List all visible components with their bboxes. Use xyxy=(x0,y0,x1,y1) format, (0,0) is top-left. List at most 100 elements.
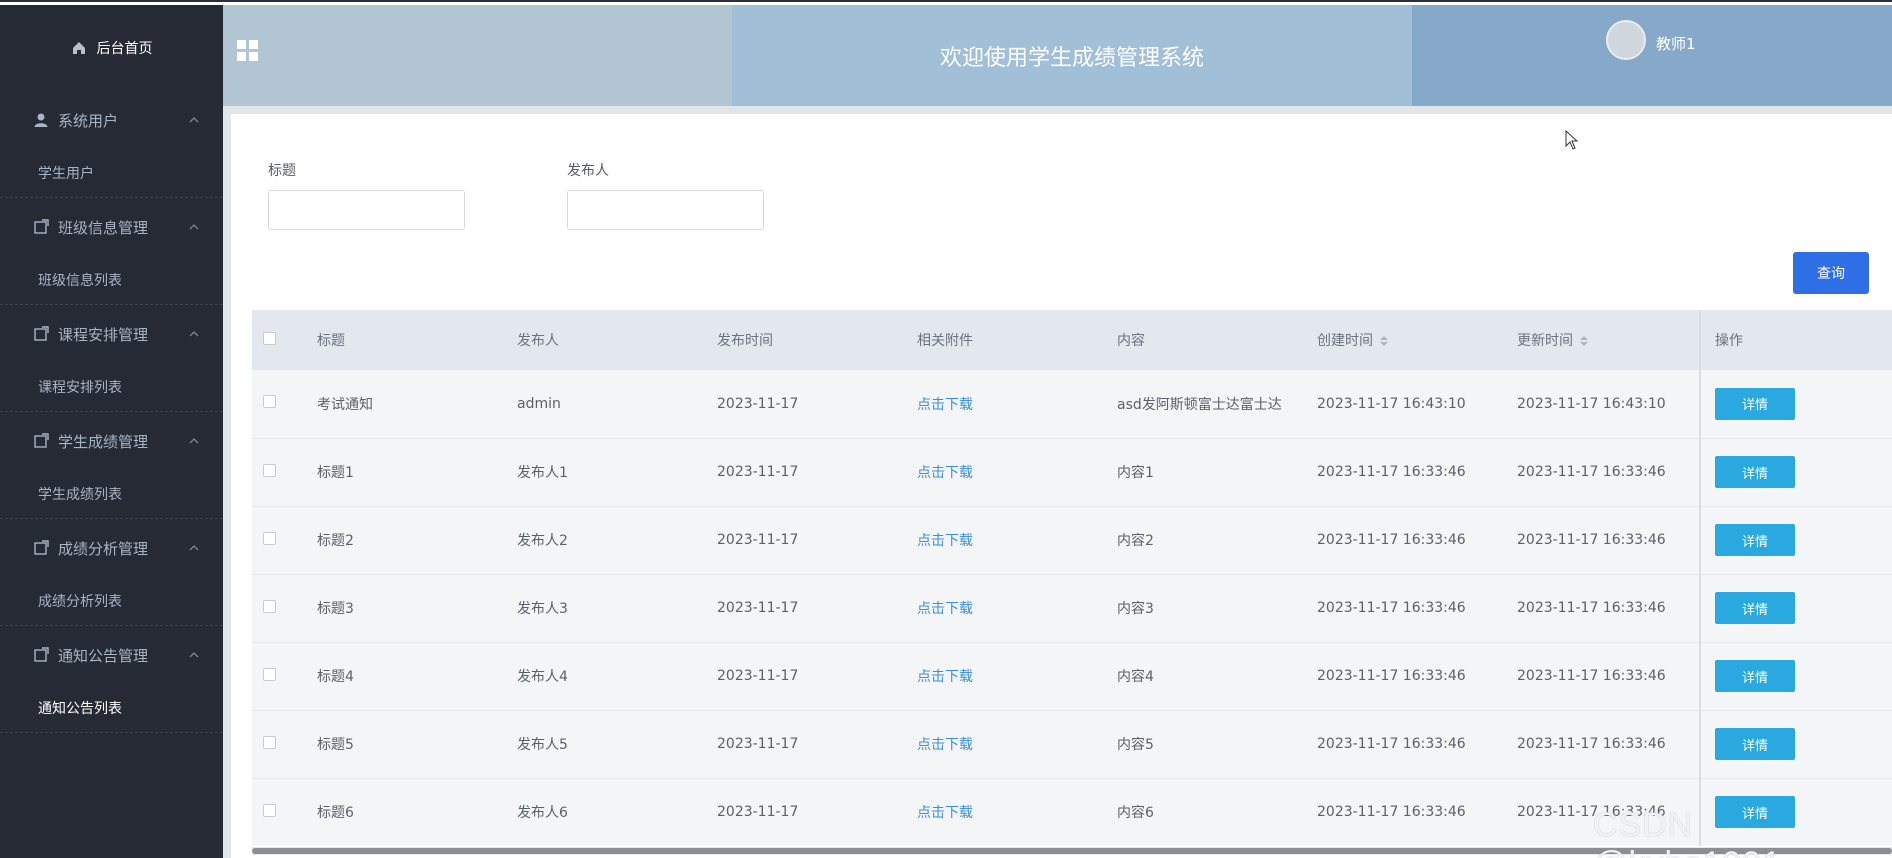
sidebar: 后台首页 系统用户 学生用户 班级信息管理 班级信息列表 课程安排管理 课程安排列表 学生成… xyxy=(0,5,223,858)
sidebar-item[interactable]: 班级信息列表 xyxy=(0,256,223,304)
chevron-up-icon[interactable] xyxy=(187,541,201,555)
detail-button[interactable]: 详情 xyxy=(1715,456,1795,488)
cell-created: 2023-11-17 16:33:46 xyxy=(1317,668,1466,684)
sidebar-item[interactable]: 通知公告列表 xyxy=(0,684,223,732)
sidebar-group-header[interactable]: 成绩分析管理 xyxy=(0,519,223,577)
sidebar-item[interactable]: 学生成绩列表 xyxy=(0,470,223,518)
download-link[interactable]: 点击下载 xyxy=(917,642,1117,710)
sidebar-item-label: 成绩分析列表 xyxy=(38,594,122,610)
cell-updated: 2023-11-17 16:33:46 xyxy=(1517,464,1666,480)
cell-publisher: 发布人3 xyxy=(517,601,568,617)
download-link[interactable]: 点击下载 xyxy=(917,506,1117,574)
chevron-up-icon[interactable] xyxy=(187,327,201,341)
row-checkbox[interactable] xyxy=(263,599,276,613)
cell-publisher: admin xyxy=(517,395,561,412)
cell-publish-date: 2023-11-17 xyxy=(717,464,799,480)
cell-publish-date: 2023-11-17 xyxy=(717,736,799,752)
cell-content: 内容5 xyxy=(1117,737,1154,753)
select-all-cell xyxy=(252,310,317,370)
download-link[interactable]: 点击下载 xyxy=(917,370,1117,438)
detail-button[interactable]: 详情 xyxy=(1715,387,1795,420)
col-created[interactable]: 创建时间 xyxy=(1317,310,1517,370)
download-link[interactable]: 点击下载 xyxy=(917,710,1117,778)
action-cell: 详情 xyxy=(1699,574,1892,642)
select-all-checkbox[interactable] xyxy=(263,331,276,345)
folder-icon xyxy=(34,540,49,555)
search-button[interactable]: 查询 xyxy=(1793,252,1869,294)
row-checkbox[interactable] xyxy=(263,531,276,545)
publisher-label: 发布人 xyxy=(567,163,609,179)
table-row: 标题5 发布人5 2023-11-17 点击下载 内容5 2023-11-17 16:33… xyxy=(252,710,1892,778)
sidebar-group: 系统用户学生用户 xyxy=(0,91,223,198)
top-header: 欢迎使用学生成绩管理系统 教师1 xyxy=(223,5,1892,106)
row-select-cell xyxy=(252,438,317,506)
detail-button[interactable]: 详情 xyxy=(1715,524,1795,556)
sidebar-group-icon xyxy=(32,646,50,664)
sidebar-home-label: 后台首页 xyxy=(96,41,153,57)
cell-title: 考试通知 xyxy=(317,396,373,413)
chevron-up-icon[interactable] xyxy=(187,113,201,127)
chevron-up-icon[interactable] xyxy=(187,648,201,662)
action-cell: 详情 xyxy=(1699,438,1892,506)
sidebar-group-header[interactable]: 系统用户 xyxy=(0,91,223,149)
row-checkbox[interactable] xyxy=(263,735,276,749)
sidebar-group-icon xyxy=(32,432,50,450)
col-attachment: 相关附件 xyxy=(917,333,973,349)
sidebar-group-header[interactable]: 学生成绩管理 xyxy=(0,412,223,470)
cell-created: 2023-11-17 16:33:46 xyxy=(1317,600,1466,616)
sort-icon[interactable] xyxy=(1579,335,1589,347)
row-checkbox[interactable] xyxy=(263,803,276,817)
cell-content: 内容6 xyxy=(1117,805,1154,821)
row-checkbox[interactable] xyxy=(263,463,276,477)
cell-created: 2023-11-17 16:33:46 xyxy=(1317,736,1466,752)
row-select-cell xyxy=(252,574,317,642)
folder-icon xyxy=(34,433,49,448)
sidebar-group-header[interactable]: 课程安排管理 xyxy=(0,305,223,363)
cell-publish-date: 2023-11-17 xyxy=(717,395,799,412)
col-updated[interactable]: 更新时间 xyxy=(1517,310,1700,370)
header-title: 欢迎使用学生成绩管理系统 xyxy=(732,5,1412,106)
sidebar-item[interactable]: 学生用户 xyxy=(0,149,223,197)
chevron-up-icon[interactable] xyxy=(187,434,201,448)
download-link[interactable]: 点击下载 xyxy=(917,438,1117,506)
sidebar-group-label: 系统用户 xyxy=(58,111,119,130)
download-link[interactable]: 点击下载 xyxy=(917,574,1117,642)
table-row: 标题4 发布人4 2023-11-17 点击下载 内容4 2023-11-17 16:33… xyxy=(252,642,1892,710)
sort-icon[interactable] xyxy=(1379,335,1389,347)
detail-button[interactable]: 详情 xyxy=(1715,592,1795,624)
cell-title: 标题5 xyxy=(317,737,354,753)
cell-publish-date: 2023-11-17 xyxy=(717,532,799,548)
sidebar-item[interactable]: 成绩分析列表 xyxy=(0,577,223,625)
detail-button[interactable]: 详情 xyxy=(1715,660,1795,692)
header-user[interactable]: 教师1 xyxy=(1412,5,1892,106)
col-title: 标题 xyxy=(317,333,345,349)
row-checkbox[interactable] xyxy=(263,395,276,409)
sidebar-group-label: 通知公告管理 xyxy=(58,646,149,665)
row-checkbox[interactable] xyxy=(263,667,276,681)
row-select-cell xyxy=(252,642,317,710)
detail-button[interactable]: 详情 xyxy=(1715,728,1795,760)
header-left xyxy=(223,5,732,106)
sidebar-group-header[interactable]: 通知公告管理 xyxy=(0,626,223,684)
download-link[interactable]: 点击下载 xyxy=(917,778,1117,846)
title-input[interactable] xyxy=(268,190,465,230)
cell-publisher: 发布人6 xyxy=(517,805,568,821)
table-row: 考试通知 admin 2023-11-17 点击下载 asd发阿斯顿富士达富士达 2023… xyxy=(252,370,1892,438)
sidebar-item-label: 学生用户 xyxy=(38,166,94,182)
cell-publisher: 发布人5 xyxy=(517,737,568,753)
cell-publish-date: 2023-11-17 xyxy=(717,668,799,684)
chevron-up-icon[interactable] xyxy=(187,220,201,234)
cell-created: 2023-11-17 16:43:10 xyxy=(1317,395,1466,412)
sidebar-item[interactable]: 课程安排列表 xyxy=(0,363,223,411)
user-name[interactable]: 教师1 xyxy=(1656,33,1696,54)
cell-updated: 2023-11-17 16:33:46 xyxy=(1517,736,1666,752)
avatar[interactable] xyxy=(1606,20,1646,60)
publisher-input[interactable] xyxy=(567,190,764,230)
cell-title: 标题3 xyxy=(317,601,354,617)
sidebar-group-label: 学生成绩管理 xyxy=(58,432,149,451)
cell-title: 标题6 xyxy=(317,805,354,821)
row-select-cell xyxy=(252,506,317,574)
sidebar-group-header[interactable]: 班级信息管理 xyxy=(0,198,223,256)
grid-menu-icon[interactable] xyxy=(236,39,260,63)
sidebar-home[interactable]: 后台首页 xyxy=(0,5,223,91)
